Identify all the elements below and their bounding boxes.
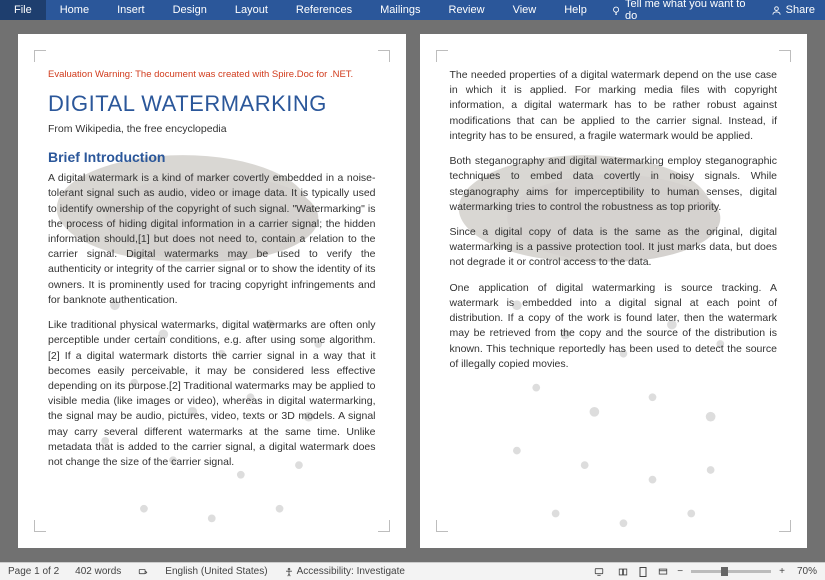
status-page[interactable]: Page 1 of 2	[0, 566, 67, 577]
view-web-layout[interactable]	[654, 565, 672, 579]
zoom-out[interactable]: −	[673, 566, 687, 577]
status-bar: Page 1 of 2 402 words English (United St…	[0, 562, 825, 580]
paragraph: A digital watermark is a kind of marker …	[48, 171, 376, 308]
tab-view[interactable]: View	[499, 0, 551, 20]
lightbulb-icon	[611, 5, 621, 16]
crop-mark	[779, 520, 791, 532]
tab-help[interactable]: Help	[550, 0, 601, 20]
read-mode-icon	[616, 567, 630, 577]
crop-mark	[378, 50, 390, 62]
crop-mark	[436, 50, 448, 62]
tell-me-label: Tell me what you want to do	[625, 0, 751, 22]
page-title: DIGITAL WATERMARKING	[48, 88, 376, 120]
tab-review[interactable]: Review	[435, 0, 499, 20]
view-print-layout[interactable]	[634, 565, 652, 579]
web-layout-icon	[656, 567, 670, 577]
status-accessibility-label: Accessibility: Investigate	[297, 566, 405, 577]
ribbon: File Home Insert Design Layout Reference…	[0, 0, 825, 20]
status-language[interactable]: English (United States)	[157, 566, 275, 577]
page-1: Evaluation Warning: The document was cre…	[18, 34, 406, 548]
paragraph: Since a digital copy of data is the same…	[450, 225, 778, 271]
crop-mark	[779, 50, 791, 62]
crop-mark	[436, 520, 448, 532]
tab-mailings[interactable]: Mailings	[366, 0, 434, 20]
tell-me[interactable]: Tell me what you want to do	[601, 0, 761, 22]
display-settings[interactable]	[585, 567, 613, 577]
status-words[interactable]: 402 words	[67, 566, 129, 577]
tab-home[interactable]: Home	[46, 0, 103, 20]
page-subtitle: From Wikipedia, the free encyclopedia	[48, 122, 376, 137]
crop-mark	[378, 520, 390, 532]
tab-design[interactable]: Design	[159, 0, 221, 20]
paragraph: Like traditional physical watermarks, di…	[48, 318, 376, 470]
tab-file[interactable]: File	[0, 0, 46, 20]
paragraph: The needed properties of a digital water…	[450, 68, 778, 144]
document-area[interactable]: Evaluation Warning: The document was cre…	[0, 20, 825, 562]
display-icon	[593, 567, 605, 577]
crop-mark	[34, 50, 46, 62]
share-label: Share	[786, 4, 815, 16]
print-layout-icon	[637, 566, 649, 578]
paragraph: One application of digital watermarking …	[450, 281, 778, 372]
zoom-level[interactable]: 70%	[789, 566, 825, 577]
status-accessibility[interactable]: Accessibility: Investigate	[276, 566, 413, 577]
tab-insert[interactable]: Insert	[103, 0, 159, 20]
status-spellcheck[interactable]	[129, 567, 157, 577]
view-read-mode[interactable]	[614, 565, 632, 579]
page-2: The needed properties of a digital water…	[420, 34, 808, 548]
spellcheck-icon	[137, 567, 149, 577]
evaluation-warning: Evaluation Warning: The document was cre…	[48, 68, 376, 82]
accessibility-icon	[284, 567, 294, 577]
share-button[interactable]: Share	[761, 4, 825, 16]
zoom-slider[interactable]	[691, 570, 771, 573]
zoom-in[interactable]: +	[775, 566, 789, 577]
person-icon	[771, 5, 782, 16]
heading-brief-introduction: Brief Introduction	[48, 147, 376, 167]
paragraph: Both steganography and digital watermark…	[450, 154, 778, 215]
zoom-thumb[interactable]	[721, 567, 728, 576]
tab-references[interactable]: References	[282, 0, 366, 20]
crop-mark	[34, 520, 46, 532]
tab-layout[interactable]: Layout	[221, 0, 282, 20]
